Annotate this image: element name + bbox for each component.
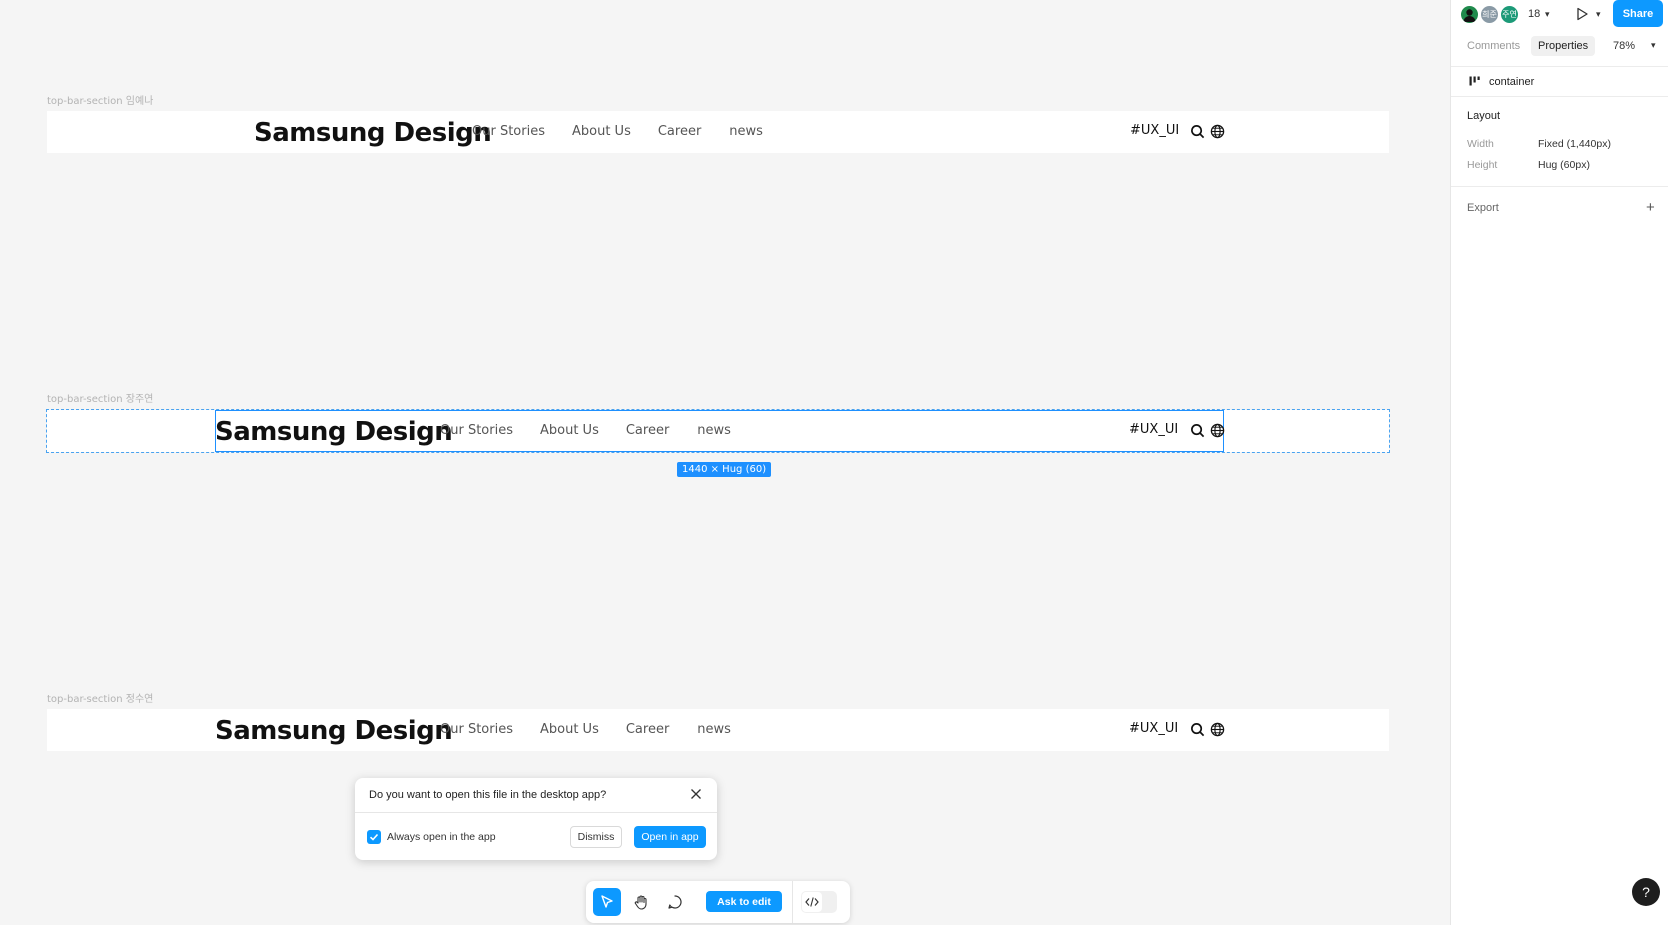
logo-text: Samsung Design xyxy=(254,118,492,148)
hashtag-text[interactable]: #UX_UI xyxy=(1130,123,1179,138)
toolbar-divider xyxy=(792,881,793,923)
avatar[interactable]: 주연 xyxy=(1499,4,1520,25)
size-badge: 1440 × Hug (60) xyxy=(677,462,772,477)
dev-mode-toggle[interactable] xyxy=(801,891,837,913)
globe-icon[interactable] xyxy=(1210,722,1225,737)
frame-label[interactable]: top-bar-section 정수연 xyxy=(47,690,153,705)
code-icon xyxy=(805,897,819,907)
nav-item-about-us[interactable]: About Us xyxy=(572,124,631,139)
globe-icon[interactable] xyxy=(1210,423,1225,438)
nav-item-news[interactable]: news xyxy=(697,722,731,737)
share-button[interactable]: Share xyxy=(1613,0,1663,27)
width-value[interactable]: Fixed (1,440px) xyxy=(1538,138,1611,150)
chevron-down-icon[interactable]: ▾ xyxy=(1651,40,1656,51)
nav-item-career[interactable]: Career xyxy=(658,124,701,139)
dev-mode-knob xyxy=(802,892,822,912)
nav-item-about-us[interactable]: About Us xyxy=(540,722,599,737)
always-open-checkbox[interactable] xyxy=(367,830,381,844)
help-button[interactable]: ? xyxy=(1632,878,1660,906)
open-in-app-dialog: Do you want to open this file in the des… xyxy=(355,778,717,860)
nav-item-career[interactable]: Career xyxy=(626,423,669,438)
dialog-divider xyxy=(355,812,717,813)
nav-item-news[interactable]: news xyxy=(729,124,763,139)
logo-text: Samsung Design xyxy=(215,417,453,447)
avatar[interactable] xyxy=(1459,4,1480,25)
export-section-title: Export xyxy=(1467,202,1499,214)
move-tool[interactable] xyxy=(593,888,621,916)
ask-to-edit-button[interactable]: Ask to edit xyxy=(706,891,782,912)
height-value[interactable]: Hug (60px) xyxy=(1538,159,1590,171)
design-canvas[interactable]: top-bar-section 임예나 Samsung Design Our S… xyxy=(0,0,1450,925)
container[interactable]: Samsung Design Our Stories About Us Care… xyxy=(215,111,1225,153)
tab-properties[interactable]: Properties xyxy=(1531,36,1596,56)
panel-tabs: Comments Properties 78% ▾ xyxy=(1451,34,1668,60)
dismiss-button[interactable]: Dismiss xyxy=(570,826,622,848)
globe-icon[interactable] xyxy=(1210,124,1225,139)
selected-layer-row[interactable]: container xyxy=(1451,66,1668,97)
user-icon xyxy=(1463,9,1476,22)
frame-label[interactable]: top-bar-section 장주연 xyxy=(47,390,153,405)
viewer-count[interactable]: 18 xyxy=(1528,8,1540,20)
section-divider xyxy=(1451,186,1668,187)
always-open-label[interactable]: Always open in the app xyxy=(387,831,496,843)
nav-item-about-us[interactable]: About Us xyxy=(540,423,599,438)
zoom-level[interactable]: 78% xyxy=(1613,40,1635,52)
chevron-down-icon[interactable]: ▾ xyxy=(1545,9,1550,20)
top-bar-frame[interactable]: Samsung Design Our Stories About Us Care… xyxy=(47,709,1389,751)
open-in-app-button[interactable]: Open in app xyxy=(634,826,706,848)
avatar[interactable]: 희준 xyxy=(1479,4,1500,25)
search-icon[interactable] xyxy=(1190,423,1205,438)
width-label: Width xyxy=(1467,138,1494,150)
layout-section-title: Layout xyxy=(1467,110,1501,122)
tab-comments[interactable]: Comments xyxy=(1460,36,1527,56)
chevron-down-icon[interactable]: ▾ xyxy=(1596,9,1601,20)
auto-layout-icon xyxy=(1469,76,1480,86)
play-icon[interactable] xyxy=(1574,6,1590,22)
comment-icon xyxy=(668,895,682,909)
plus-icon[interactable]: + xyxy=(1646,200,1655,215)
nav-menu: Our Stories About Us Career news xyxy=(440,423,731,438)
close-icon[interactable] xyxy=(690,788,702,800)
layer-name: container xyxy=(1489,76,1535,88)
panel-header: 희준 주연 18 ▾ ▾ Share xyxy=(1451,0,1668,30)
logo-text: Samsung Design xyxy=(215,716,453,746)
comment-tool[interactable] xyxy=(661,888,689,916)
properties-panel: 희준 주연 18 ▾ ▾ Share Comments Properties 7… xyxy=(1450,0,1668,925)
dialog-title: Do you want to open this file in the des… xyxy=(369,789,607,801)
nav-item-career[interactable]: Career xyxy=(626,722,669,737)
checkmark-icon xyxy=(369,833,379,841)
hand-tool[interactable] xyxy=(627,888,655,916)
hashtag-text[interactable]: #UX_UI xyxy=(1129,422,1178,437)
nav-item-our-stories[interactable]: Our Stories xyxy=(472,124,545,139)
hashtag-text[interactable]: #UX_UI xyxy=(1129,721,1178,736)
nav-item-our-stories[interactable]: Our Stories xyxy=(440,423,513,438)
container[interactable]: Samsung Design Our Stories About Us Care… xyxy=(215,709,1225,751)
search-icon[interactable] xyxy=(1190,722,1205,737)
nav-item-news[interactable]: news xyxy=(697,423,731,438)
height-label: Height xyxy=(1467,159,1498,171)
container-selected[interactable]: Samsung Design Our Stories About Us Care… xyxy=(215,410,1225,452)
nav-item-our-stories[interactable]: Our Stories xyxy=(440,722,513,737)
bottom-toolbar: Ask to edit xyxy=(586,881,850,923)
hand-icon xyxy=(634,895,647,910)
nav-menu: Our Stories About Us Career news xyxy=(472,124,763,139)
frame-label[interactable]: top-bar-section 임예나 xyxy=(47,92,153,107)
search-icon[interactable] xyxy=(1190,124,1205,139)
top-bar-frame[interactable]: Samsung Design Our Stories About Us Care… xyxy=(47,111,1389,153)
top-bar-frame-selected[interactable]: Samsung Design Our Stories About Us Care… xyxy=(46,409,1390,453)
nav-menu: Our Stories About Us Career news xyxy=(440,722,731,737)
cursor-icon xyxy=(601,895,613,908)
